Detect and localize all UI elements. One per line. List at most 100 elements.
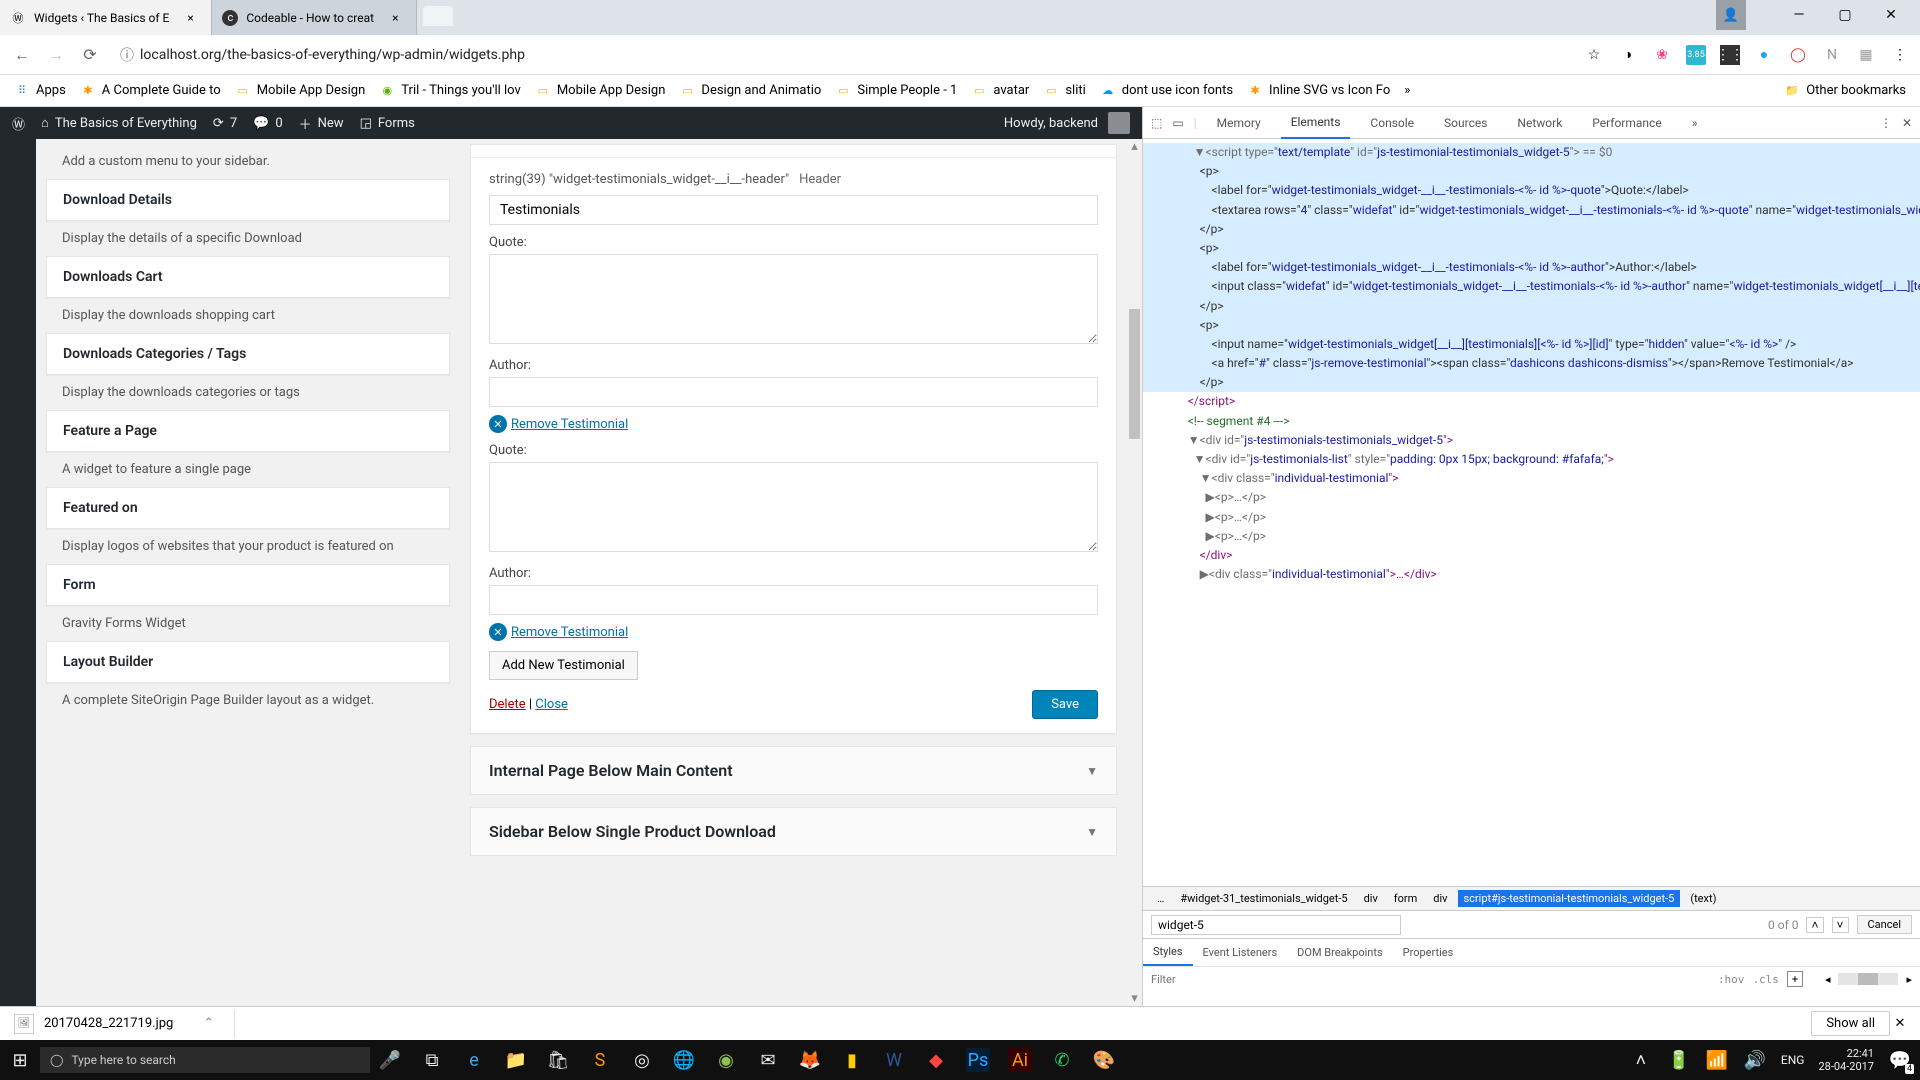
bookmark-item[interactable]: ▭sliti: [1043, 83, 1085, 99]
crumb-item[interactable]: form: [1388, 890, 1423, 907]
bookmark-item[interactable]: ☁dont use icon fonts: [1100, 83, 1233, 99]
app-icon[interactable]: ◆: [924, 1048, 948, 1072]
bookmark-item[interactable]: ✱Inline SVG vs Icon Fo: [1247, 83, 1390, 99]
chrome-icon[interactable]: 🌐: [672, 1048, 696, 1072]
howdy-text[interactable]: Howdy, backend: [1004, 116, 1098, 131]
toggle-device-icon[interactable]: ▭: [1172, 116, 1183, 130]
paint-icon[interactable]: 🎨: [1092, 1048, 1116, 1072]
remove-testimonial-link[interactable]: ✕ Remove Testimonial: [489, 415, 628, 433]
bookmark-item[interactable]: ▭avatar: [971, 83, 1029, 99]
crumb-item-selected[interactable]: script#js-testimonial-testimonials_widge…: [1458, 890, 1681, 907]
bookmark-star-icon[interactable]: ☆: [1584, 45, 1604, 65]
inspect-element-icon[interactable]: ⬚: [1151, 116, 1162, 130]
chrome-profile-icon[interactable]: 👤: [1716, 0, 1746, 30]
other-bookmarks[interactable]: 📁Other bookmarks: [1784, 83, 1906, 99]
sublime-icon[interactable]: S: [588, 1048, 612, 1072]
remove-testimonial-link[interactable]: ✕ Remove Testimonial: [489, 623, 628, 641]
search-cancel-button[interactable]: Cancel: [1857, 915, 1912, 934]
photoshop-icon[interactable]: Ps: [966, 1048, 990, 1072]
site-info-icon[interactable]: ⓘ: [120, 45, 134, 65]
devtools-tab-memory[interactable]: Memory: [1207, 108, 1271, 138]
close-icon[interactable]: ✕: [1868, 0, 1914, 30]
whatsapp-icon[interactable]: ✆: [1050, 1048, 1074, 1072]
maximize-icon[interactable]: ▢: [1822, 0, 1868, 30]
mic-icon[interactable]: 🎤: [378, 1048, 402, 1072]
task-view-icon[interactable]: ⧉: [420, 1048, 444, 1072]
available-widget[interactable]: Feature a Page: [46, 410, 450, 452]
available-widget[interactable]: Featured on: [46, 487, 450, 529]
wifi-icon[interactable]: 📶: [1705, 1048, 1729, 1072]
system-clock[interactable]: 22:41 28-04-2017: [1818, 1047, 1874, 1073]
devtools-tab-console[interactable]: Console: [1360, 108, 1424, 138]
horizontal-scrollbar[interactable]: [1838, 973, 1898, 985]
react-devtools-icon[interactable]: 3.85: [1686, 45, 1706, 65]
back-icon[interactable]: ←: [10, 43, 34, 67]
chrome-menu-icon[interactable]: ⋮: [1890, 45, 1910, 65]
close-widget-link[interactable]: Close: [535, 697, 568, 712]
mail-icon[interactable]: ✉: [756, 1048, 780, 1072]
bookmark-item[interactable]: ✱A Complete Guide to: [80, 83, 221, 99]
browser-tab-codeable[interactable]: c Codeable - How to creat ×: [212, 0, 417, 35]
devtools-tab-performance[interactable]: Performance: [1582, 108, 1671, 138]
show-all-downloads-button[interactable]: Show all: [1811, 1011, 1890, 1036]
wp-logo-icon[interactable]: Ⓦ: [12, 114, 25, 133]
search-next-icon[interactable]: ˅: [1832, 917, 1849, 933]
toggle-cls[interactable]: .cls: [1752, 973, 1779, 986]
extension-icon[interactable]: N: [1822, 45, 1842, 65]
refresh-icon[interactable]: ⟳: [78, 43, 102, 67]
forms-link[interactable]: ◲ Forms: [360, 116, 415, 131]
scroll-left-icon[interactable]: ◂: [1825, 973, 1831, 986]
site-home-link[interactable]: ⌂ The Basics of Everything: [41, 115, 197, 131]
language-indicator[interactable]: ENG: [1781, 1053, 1805, 1067]
available-widget[interactable]: Layout Builder: [46, 641, 450, 683]
devtools-tab-elements[interactable]: Elements: [1281, 107, 1351, 139]
author-input[interactable]: [489, 377, 1098, 407]
devtools-tab-network[interactable]: Network: [1507, 108, 1572, 138]
devtools-tab-more[interactable]: »: [1682, 108, 1708, 138]
quote-textarea[interactable]: [489, 254, 1098, 344]
download-item[interactable]: 🖼 20170428_221719.jpg ⌃: [10, 1010, 235, 1038]
apps-button[interactable]: ⠿Apps: [14, 83, 66, 99]
crumb-item[interactable]: (text): [1684, 890, 1722, 907]
extension-icon[interactable]: ⋮⋮: [1720, 45, 1740, 65]
add-testimonial-button[interactable]: Add New Testimonial: [489, 651, 638, 680]
crumb-item[interactable]: div: [1427, 890, 1453, 907]
properties-tab[interactable]: Properties: [1393, 940, 1464, 965]
bookmark-item[interactable]: ◉Tril - Things you'll lov: [379, 83, 521, 99]
firefox-icon[interactable]: 🦊: [798, 1048, 822, 1072]
new-tab-button[interactable]: [423, 6, 453, 26]
extension-icon[interactable]: ❀: [1652, 45, 1672, 65]
search-prev-icon[interactable]: ˄: [1806, 917, 1823, 933]
close-tab-icon[interactable]: ×: [187, 11, 201, 25]
sidebar-area-toggle[interactable]: Internal Page Below Main Content ▼: [470, 746, 1117, 795]
toggle-hov[interactable]: :hov: [1718, 973, 1745, 986]
close-tab-icon[interactable]: ×: [392, 11, 406, 25]
devtools-search-input[interactable]: [1151, 915, 1401, 935]
elements-tree[interactable]: ▼<script type="text/template" id="js-tes…: [1143, 139, 1920, 886]
app-icon[interactable]: ◎: [630, 1048, 654, 1072]
address-bar[interactable]: ⓘ localhost.org/the-basics-of-everything…: [112, 41, 1574, 69]
bookmark-item[interactable]: ▭Mobile App Design: [235, 83, 366, 99]
devtools-breadcrumb[interactable]: … #widget-31_testimonials_widget-5 div f…: [1143, 886, 1920, 910]
minimize-icon[interactable]: —: [1776, 0, 1822, 30]
extension-icon[interactable]: ▦: [1856, 45, 1876, 65]
devtools-menu-icon[interactable]: ⋮: [1880, 116, 1892, 130]
app-icon[interactable]: ◉: [714, 1048, 738, 1072]
windows-search-input[interactable]: ◯ Type here to search: [40, 1047, 370, 1073]
crumb-item[interactable]: #widget-31_testimonials_widget-5: [1174, 890, 1353, 907]
start-menu-icon[interactable]: ⊞: [8, 1048, 32, 1072]
bookmark-item[interactable]: ▭Mobile App Design: [535, 83, 666, 99]
battery-icon[interactable]: 🔋: [1667, 1048, 1691, 1072]
bookmark-overflow[interactable]: »: [1404, 83, 1410, 98]
devtools-tab-sources[interactable]: Sources: [1434, 108, 1497, 138]
notifications-icon[interactable]: 💬4: [1888, 1048, 1912, 1072]
available-widget[interactable]: Downloads Cart: [46, 256, 450, 298]
styles-tab[interactable]: Styles: [1143, 939, 1193, 966]
chevron-up-icon[interactable]: ⌃: [203, 1016, 214, 1031]
illustrator-icon[interactable]: Ai: [1008, 1048, 1032, 1072]
extension-icon[interactable]: ●: [1754, 45, 1774, 65]
styles-filter-input[interactable]: [1151, 973, 1710, 986]
browser-tab-widgets[interactable]: Ⓦ Widgets ‹ The Basics of E ×: [0, 0, 212, 35]
word-icon[interactable]: W: [882, 1048, 906, 1072]
scroll-right-icon[interactable]: ▸: [1906, 973, 1912, 986]
